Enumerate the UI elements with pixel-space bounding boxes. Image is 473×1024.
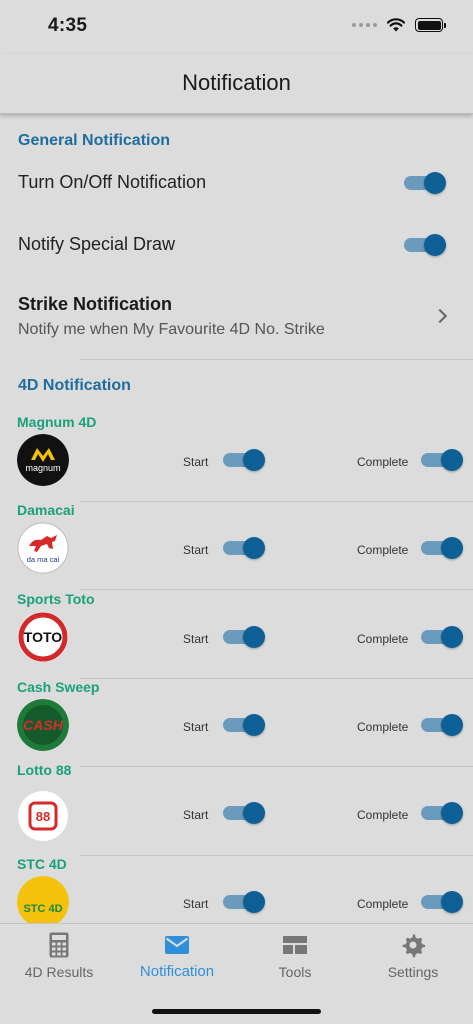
cash-sweep-logo-text: CASH (23, 717, 64, 733)
lotto-88-logo-text: 88 (36, 809, 50, 824)
nav-bar: Notification (0, 54, 473, 114)
home-indicator (152, 1009, 321, 1014)
cash-sweep-complete-toggle[interactable] (421, 714, 463, 736)
sports-toto-logo-text: TOTO (24, 629, 62, 645)
provider-name: Cash Sweep (17, 679, 100, 695)
provider-name: Magnum 4D (17, 414, 97, 430)
stc-4d-start-toggle[interactable] (223, 891, 265, 913)
notification-content[interactable]: General Notification Turn On/Off Notific… (0, 115, 473, 923)
magnum-start-toggle[interactable] (223, 449, 265, 471)
4d-notification-header: 4D Notification (18, 377, 131, 394)
page-title: Notification (182, 70, 291, 95)
cellular-signal-icon (352, 23, 377, 27)
magnum-complete-toggle[interactable] (421, 449, 463, 471)
complete-label: Complete (357, 455, 409, 469)
wifi-icon (387, 18, 405, 32)
tools-icon (283, 936, 307, 954)
complete-label: Complete (357, 632, 409, 646)
provider-name: STC 4D (17, 856, 67, 872)
status-bar: 4:35 (0, 0, 473, 54)
sports-toto-logo: TOTO (17, 611, 69, 663)
gear-icon (402, 934, 425, 958)
general-notification-header: General Notification (18, 132, 171, 149)
tab-label: 4D Results (24, 964, 94, 980)
calculator-icon (49, 932, 69, 958)
battery-icon (415, 18, 446, 32)
stc-4d-logo-text: STC 4D (23, 903, 62, 915)
tab-label: Settings (387, 964, 439, 980)
magnum-logo: magnum (17, 434, 69, 486)
provider-name: Sports Toto (17, 591, 95, 607)
turn-on-off-toggle[interactable] (404, 172, 446, 194)
tab-label: Tools (278, 964, 312, 980)
envelope-icon (165, 936, 189, 954)
cash-sweep-start-toggle[interactable] (223, 714, 265, 736)
provider-row-stc-4d: STC 4D STC 4D Start Complete (0, 856, 473, 923)
complete-label: Complete (357, 720, 409, 734)
start-label: Start (183, 632, 209, 646)
provider-row-sports-toto: Sports Toto TOTO Start Complete (0, 591, 473, 679)
lotto-88-logo: 88 (17, 790, 69, 842)
tab-settings[interactable]: Settings (354, 932, 472, 980)
notify-special-draw-label: Notify Special Draw (18, 234, 176, 254)
section-divider (80, 359, 473, 360)
turn-on-off-label: Turn On/Off Notification (18, 172, 207, 192)
tab-notification[interactable]: Notification (118, 932, 236, 980)
damacai-complete-toggle[interactable] (421, 537, 463, 559)
start-label: Start (183, 897, 209, 911)
provider-row-cash-sweep: Cash Sweep CASH Start Complete (0, 679, 473, 767)
stc-4d-logo: STC 4D (17, 876, 69, 923)
provider-row-lotto-88: Lotto 88 88 Start Complete (0, 762, 473, 856)
damacai-logo: da ma cai (17, 522, 69, 574)
damacai-start-toggle[interactable] (223, 537, 265, 559)
complete-label: Complete (357, 808, 409, 822)
strike-notification-title: Strike Notification (18, 294, 173, 314)
chevron-right-icon (432, 308, 448, 324)
provider-name: Damacai (17, 502, 75, 518)
status-time: 4:35 (48, 15, 88, 36)
magnum-logo-text: magnum (25, 463, 60, 473)
strike-notification-subtitle: Notify me when My Favourite 4D No. Strik… (18, 321, 325, 338)
tab-tools[interactable]: Tools (236, 932, 354, 980)
start-label: Start (183, 808, 209, 822)
tab-label: Notification (139, 963, 215, 980)
status-icons (352, 18, 446, 32)
complete-label: Complete (357, 543, 409, 557)
lotto-88-start-toggle[interactable] (223, 802, 265, 824)
tab-4d-results[interactable]: 4D Results (0, 932, 118, 980)
stc-4d-complete-toggle[interactable] (421, 891, 463, 913)
sports-toto-complete-toggle[interactable] (421, 626, 463, 648)
start-label: Start (183, 543, 209, 557)
sports-toto-start-toggle[interactable] (223, 626, 265, 648)
start-label: Start (183, 455, 209, 469)
lotto-88-complete-toggle[interactable] (421, 802, 463, 824)
provider-name: Lotto 88 (17, 762, 72, 778)
damacai-logo-text: da ma cai (27, 555, 60, 564)
provider-row-magnum: Magnum 4D magnum Start Complete (0, 414, 473, 502)
notify-special-draw-toggle[interactable] (404, 234, 446, 256)
row-divider (80, 589, 473, 590)
cash-sweep-logo: CASH (17, 699, 69, 751)
provider-row-damacai: Damacai da ma cai Start Complete (0, 502, 473, 590)
complete-label: Complete (357, 897, 409, 911)
start-label: Start (183, 720, 209, 734)
